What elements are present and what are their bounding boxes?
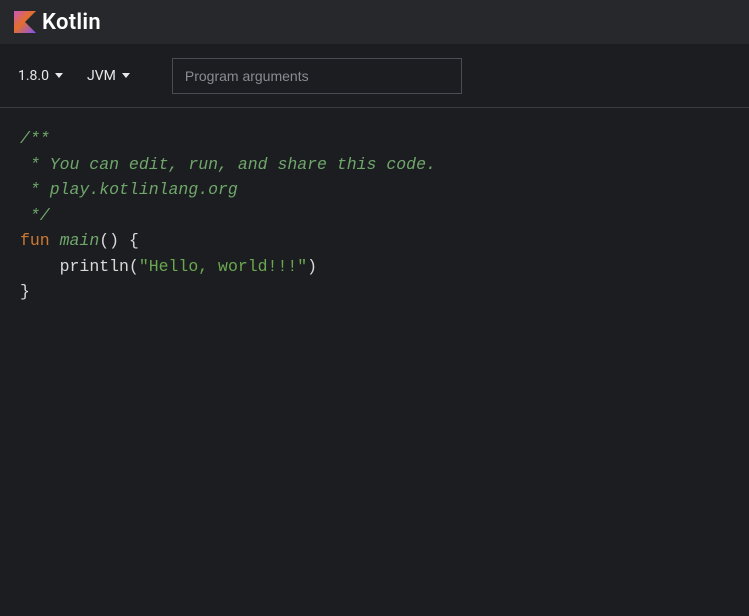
code-line: fun main() { bbox=[20, 228, 729, 254]
comment-text: * play.kotlinlang.org bbox=[20, 180, 238, 199]
comment-text: * You can edit, run, and share this code… bbox=[20, 155, 436, 174]
version-dropdown[interactable]: 1.8.0 bbox=[16, 62, 65, 90]
code-line: } bbox=[20, 279, 729, 305]
code-line: */ bbox=[20, 203, 729, 229]
code-line: /** bbox=[20, 126, 729, 152]
indent-token bbox=[20, 257, 60, 276]
punct-token: } bbox=[20, 282, 30, 301]
brand-title: Kotlin bbox=[42, 10, 101, 35]
kotlin-logo-icon bbox=[14, 11, 36, 33]
comment-text: /** bbox=[20, 129, 50, 148]
version-dropdown-label: 1.8.0 bbox=[18, 68, 49, 84]
function-name-token: main bbox=[60, 231, 100, 250]
chevron-down-icon bbox=[122, 73, 130, 78]
code-line: * You can edit, run, and share this code… bbox=[20, 152, 729, 178]
comment-text: */ bbox=[20, 206, 50, 225]
code-editor[interactable]: /** * You can edit, run, and share this … bbox=[0, 108, 749, 323]
punct-token: ) bbox=[109, 231, 119, 250]
toolbar: 1.8.0 JVM bbox=[0, 44, 749, 108]
target-dropdown[interactable]: JVM bbox=[85, 62, 132, 90]
call-token: println bbox=[60, 257, 129, 276]
string-token: "Hello, world!!!" bbox=[139, 257, 307, 276]
program-arguments-input[interactable] bbox=[172, 58, 462, 94]
target-dropdown-label: JVM bbox=[87, 68, 116, 84]
keyword-token: fun bbox=[20, 231, 50, 250]
chevron-down-icon bbox=[55, 73, 63, 78]
punct-token: { bbox=[129, 231, 139, 250]
punct-token: ( bbox=[129, 257, 139, 276]
code-line: * play.kotlinlang.org bbox=[20, 177, 729, 203]
punct-token: ) bbox=[307, 257, 317, 276]
top-bar: Kotlin bbox=[0, 0, 749, 44]
code-line: println("Hello, world!!!") bbox=[20, 254, 729, 280]
punct-token: ( bbox=[99, 231, 109, 250]
